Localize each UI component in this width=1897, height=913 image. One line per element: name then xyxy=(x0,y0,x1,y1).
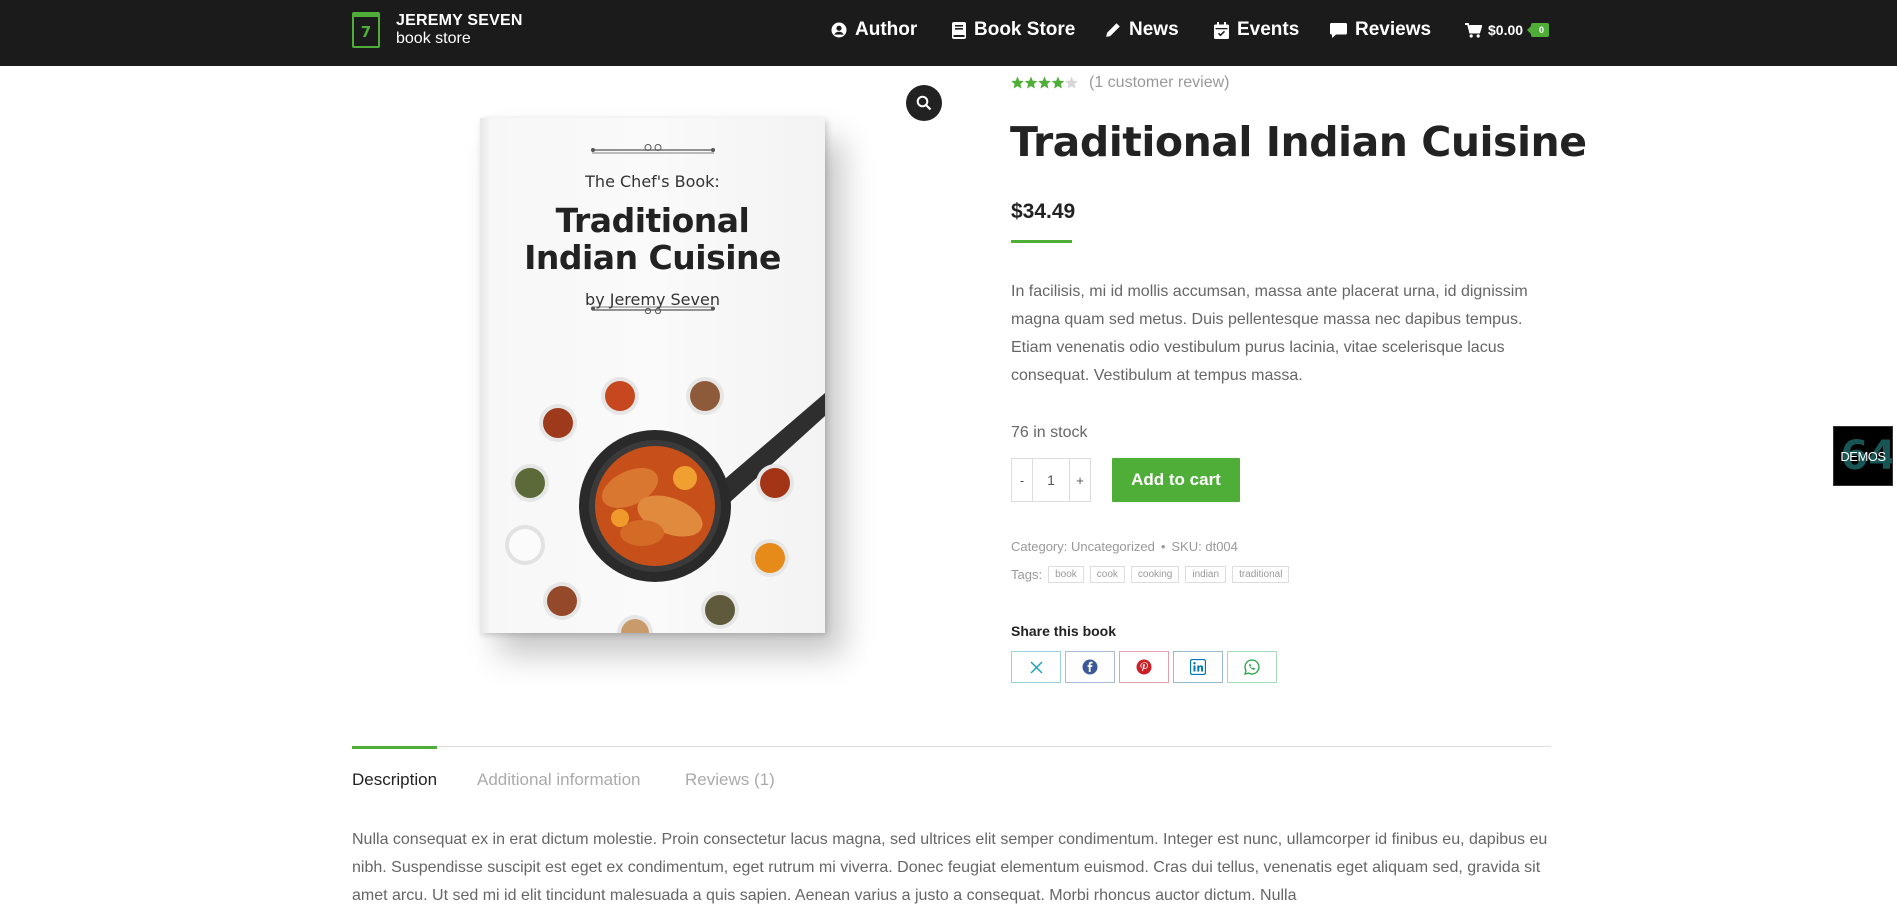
demos-button[interactable]: 64 DEMOS xyxy=(1833,426,1893,486)
nav-author[interactable]: Author xyxy=(831,19,917,41)
share-linkedin-button[interactable] xyxy=(1173,651,1223,683)
product-title: Traditional Indian Cuisine xyxy=(1010,118,1587,166)
meta-separator: • xyxy=(1160,539,1166,554)
linkedin-icon xyxy=(1190,659,1206,675)
comment-icon xyxy=(1330,23,1347,38)
cart-icon xyxy=(1465,22,1482,38)
product-meta: Category: Uncategorized • SKU: dt004 xyxy=(1011,539,1238,554)
curry-pan-illustration xyxy=(505,377,825,633)
site-header: 7 JEREMY SEVEN book store Author Book St… xyxy=(0,0,1897,66)
quantity-stepper: - 1 + xyxy=(1011,458,1091,502)
category-link[interactable]: Uncategorized xyxy=(1071,539,1155,554)
cart-total: $0.00 xyxy=(1488,22,1524,38)
book-icon xyxy=(952,21,966,39)
zoom-button[interactable] xyxy=(906,85,942,121)
calendar-icon xyxy=(1214,21,1229,39)
ornament-icon xyxy=(591,306,715,314)
nav-reviews[interactable]: Reviews xyxy=(1330,19,1431,41)
tag-link[interactable]: cook xyxy=(1089,566,1125,583)
nav-label: Book Store xyxy=(974,19,1076,40)
review-count-link[interactable]: (1 customer review) xyxy=(1089,74,1229,92)
cover-title-line1: Traditional xyxy=(555,201,750,240)
logo-name: JEREMY SEVEN xyxy=(396,12,523,29)
pinterest-icon xyxy=(1136,659,1152,675)
nav-label: Author xyxy=(855,19,918,40)
tab-reviews[interactable]: Reviews (1) xyxy=(685,770,775,790)
product-tags: Tags: book cook cooking indian tradition… xyxy=(1011,566,1290,583)
cart-link[interactable]: $0.00 0 xyxy=(1465,22,1550,38)
cover-pretitle: The Chef's Book: xyxy=(585,172,720,191)
nav-events[interactable]: Events xyxy=(1214,19,1299,41)
product-short-description: In facilisis, mi id mollis accumsan, mas… xyxy=(1011,283,1528,384)
cart-count-badge: 0 xyxy=(1527,23,1550,37)
product-rating: (1 customer review) xyxy=(1011,74,1229,92)
ornament-icon xyxy=(591,144,715,154)
tag-link[interactable]: book xyxy=(1048,566,1084,583)
add-to-cart-button[interactable]: Add to cart xyxy=(1112,458,1240,502)
product-image[interactable]: The Chef's Book: Traditional Indian Cuis… xyxy=(480,118,825,633)
share-whatsapp-button[interactable] xyxy=(1227,651,1277,683)
tabs-divider xyxy=(352,746,1551,747)
share-heading: Share this book xyxy=(1011,623,1117,639)
cover-title-line2: Indian Cuisine xyxy=(524,238,781,277)
tab-additional-information[interactable]: Additional information xyxy=(477,770,640,790)
share-facebook-button[interactable] xyxy=(1065,651,1115,683)
price-divider xyxy=(1011,240,1072,243)
logo-text: JEREMY SEVEN book store xyxy=(396,12,523,48)
star-rating-icon xyxy=(1011,76,1078,89)
tags-label: Tags: xyxy=(1011,567,1043,582)
sku-label: SKU: xyxy=(1171,539,1202,554)
product-price: $34.49 xyxy=(1011,200,1076,223)
cover-title: Traditional Indian Cuisine xyxy=(480,202,825,276)
logo-subtitle: book store xyxy=(396,30,471,47)
category-label: Category: xyxy=(1011,539,1068,554)
active-tab-indicator xyxy=(352,746,437,749)
nav-label: Reviews xyxy=(1355,19,1432,40)
stock-status: 76 in stock xyxy=(1011,424,1088,441)
logo-digit: 7 xyxy=(360,22,372,41)
magnifier-icon xyxy=(916,95,932,111)
nav-news[interactable]: News xyxy=(1105,19,1179,41)
qty-decrease-button[interactable]: - xyxy=(1012,459,1032,501)
share-buttons xyxy=(1011,651,1281,683)
demos-label: DEMOS xyxy=(1840,448,1886,464)
share-pinterest-button[interactable] xyxy=(1119,651,1169,683)
whatsapp-icon xyxy=(1244,659,1260,675)
user-circle-icon xyxy=(831,22,847,38)
qty-increase-button[interactable]: + xyxy=(1070,459,1090,501)
sku-value: dt004 xyxy=(1205,539,1238,554)
tag-link[interactable]: indian xyxy=(1185,566,1227,583)
x-icon xyxy=(1029,660,1043,674)
tab-description[interactable]: Description xyxy=(352,770,437,790)
nav-book-store[interactable]: Book Store xyxy=(952,19,1075,41)
tag-link[interactable]: cooking xyxy=(1130,566,1180,583)
facebook-icon xyxy=(1082,659,1098,675)
logo-book-icon: 7 xyxy=(352,12,380,48)
share-x-button[interactable] xyxy=(1011,651,1061,683)
nav-label: News xyxy=(1129,19,1179,40)
tag-link[interactable]: traditional xyxy=(1232,566,1290,583)
product-long-description: Nulla consequat ex in erat dictum molest… xyxy=(352,831,1548,904)
pencil-icon xyxy=(1106,23,1120,37)
nav-label: Events xyxy=(1237,19,1300,40)
qty-input[interactable]: 1 xyxy=(1032,459,1070,501)
site-logo[interactable]: 7 JEREMY SEVEN book store xyxy=(352,12,523,48)
